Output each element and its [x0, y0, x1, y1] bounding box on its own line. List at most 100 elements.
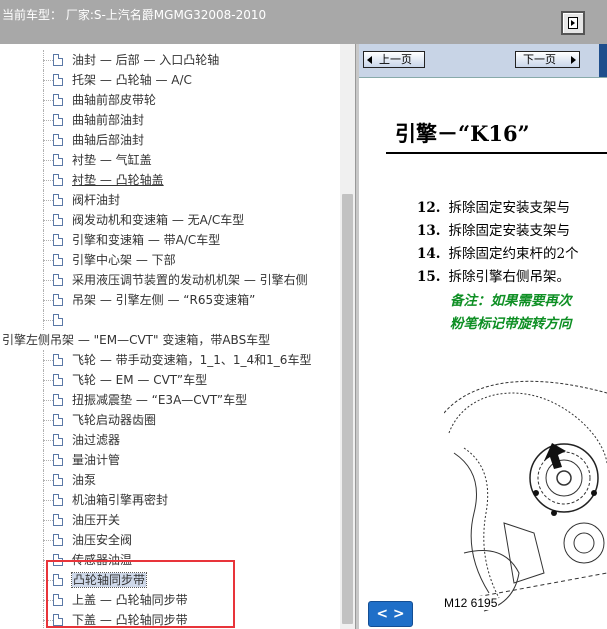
tree-item[interactable]: 油压安全阀	[0, 530, 340, 550]
tree-item[interactable]: 油过滤器	[0, 430, 340, 450]
tree-item[interactable]: 阀杆油封	[0, 190, 340, 210]
page-icon	[53, 94, 63, 106]
step-item: 14. 拆除固定约束杆的2个	[417, 242, 579, 262]
tree-item[interactable]: 引擎左侧吊架 — "EM—CVT" 变速箱，带ABS车型	[0, 330, 340, 350]
tree-item[interactable]: 飞轮 — 带手动变速箱，1_1、1_4和1_6车型	[0, 350, 340, 370]
tree-item-label: 扭振减震垫 — “E3A—CVT”车型	[72, 393, 248, 407]
tree-item-label: 衬垫 — 气缸盖	[72, 153, 152, 167]
tree-guide-branch	[43, 360, 53, 361]
highlight-box	[46, 560, 235, 628]
page-icon	[53, 374, 63, 386]
step-item: 15. 拆除引擎右侧吊架。	[417, 265, 570, 285]
tree-item-label: 飞轮 — 带手动变速箱，1_1、1_4和1_6车型	[72, 353, 312, 367]
tree-guide-branch	[43, 100, 53, 101]
tree-item[interactable]: 机油箱引擎再密封	[0, 490, 340, 510]
tree-item[interactable]: 油泵	[0, 470, 340, 490]
document-pane: 上一页 下一页 引擎－“K16” 12. 拆除固定安装支架与 13. 拆除固定安装支…	[359, 44, 607, 629]
figure-label: M12 6195	[443, 596, 499, 610]
tree-guide-branch	[43, 300, 53, 301]
tree-item-label: 油封 — 后部 — 入口凸轮轴	[72, 53, 220, 67]
page-icon	[53, 414, 63, 426]
export-icon	[568, 17, 578, 29]
tree-guide-branch	[43, 240, 53, 241]
step-number: 14.	[417, 246, 441, 262]
page-icon	[53, 254, 63, 266]
doc-nav-bar: 上一页 下一页	[359, 44, 607, 78]
title-rule	[386, 152, 607, 154]
step-item: 13. 拆除固定安装支架与	[417, 219, 570, 239]
engine-timing-diagram	[444, 380, 607, 612]
next-page-button[interactable]: 下一页	[515, 51, 580, 68]
tree-guide-branch	[43, 500, 53, 501]
tree-item[interactable]: 飞轮启动器齿圈	[0, 410, 340, 430]
tree-guide-branch	[43, 180, 53, 181]
tree-guide-branch	[43, 200, 53, 201]
tree-scrollbar[interactable]	[340, 44, 355, 629]
export-button[interactable]	[561, 11, 585, 35]
tree-item-label: 油压开关	[72, 513, 121, 527]
step-text: 拆除引擎右侧吊架。	[448, 269, 571, 285]
step-number: 13.	[417, 223, 441, 239]
page-icon	[53, 454, 63, 466]
tree-item[interactable]	[0, 310, 340, 330]
tree-guide-branch	[43, 220, 53, 221]
page-icon	[53, 534, 63, 546]
tree-item-label: 阀发动机和变速箱 — 无A/C车型	[72, 213, 245, 227]
page-icon	[53, 154, 63, 166]
page-icon	[53, 134, 63, 146]
tree-item-label: 曲轴后部油封	[72, 133, 145, 147]
tree-item[interactable]: 衬垫 — 气缸盖	[0, 150, 340, 170]
page-icon	[53, 434, 63, 446]
tree-guide-branch	[43, 120, 53, 121]
tree-item-label: 油压安全阀	[72, 533, 133, 547]
tree-item[interactable]: 曲轴前部皮带轮	[0, 90, 340, 110]
tree-item[interactable]: 扭振减震垫 — “E3A—CVT”车型	[0, 390, 340, 410]
tree-scrollbar-thumb[interactable]	[342, 194, 353, 624]
tree-item-label: 油泵	[72, 473, 97, 487]
tree-item[interactable]: 油压开关	[0, 510, 340, 530]
current-model-title: 当前车型： 厂家:S-上汽名爵MGMG32008-2010	[2, 8, 267, 22]
tree-item[interactable]: 曲轴后部油封	[0, 130, 340, 150]
tree-item[interactable]: 引擎中心架 — 下部	[0, 250, 340, 270]
page-icon	[53, 394, 63, 406]
tree-guide-branch	[43, 320, 53, 321]
step-text: 拆除固定约束杆的2个	[448, 246, 579, 262]
tree-item[interactable]: 飞轮 — EM — CVT”车型	[0, 370, 340, 390]
tree-guide-branch	[43, 60, 53, 61]
arrow-right-icon	[571, 56, 576, 64]
tree-item-label: 吊架 — 引擎左侧 — “R65变速箱”	[72, 293, 256, 307]
tree-item-label: 飞轮 — EM — CVT”车型	[72, 373, 208, 387]
step-item: 12. 拆除固定安装支架与	[417, 196, 570, 216]
tree-item[interactable]: 曲轴前部油封	[0, 110, 340, 130]
tree-item-label: 曲轴前部皮带轮	[72, 93, 157, 107]
step-number: 15.	[417, 269, 441, 285]
tree-item[interactable]: 吊架 — 引擎左侧 — “R65变速箱”	[0, 290, 340, 310]
page-icon	[53, 314, 63, 326]
tree-guide-branch	[43, 280, 53, 281]
tree-item-label: 量油计管	[72, 453, 121, 467]
tree-item-label: 飞轮启动器齿圈	[72, 413, 157, 427]
tree-item-label: 引擎左侧吊架 — "EM—CVT" 变速箱，带ABS车型	[2, 333, 271, 347]
page-icon	[53, 354, 63, 366]
page-icon	[53, 114, 63, 126]
note-line: 备注：如果需要再次	[450, 293, 572, 309]
page-icon	[53, 294, 63, 306]
page-icon	[53, 214, 63, 226]
tree-item[interactable]: 采用液压调节装置的发动机机架 — 引擎右侧	[0, 270, 340, 290]
tree-item[interactable]: 引擎和变速箱 — 带A/C车型	[0, 230, 340, 250]
page-icon	[53, 234, 63, 246]
tree-guide-branch	[43, 460, 53, 461]
tree-item-label: 引擎中心架 — 下部	[72, 253, 176, 267]
tree-guide-branch	[43, 520, 53, 521]
tree-item[interactable]: 量油计管	[0, 450, 340, 470]
tree-item-label: 曲轴前部油封	[72, 113, 145, 127]
tree-guide-branch	[43, 420, 53, 421]
tree-item[interactable]: 托架 — 凸轮轴 — A/C	[0, 70, 340, 90]
tree-item[interactable]: 衬垫 — 凸轮轴盖	[0, 170, 340, 190]
tree-guide-branch	[43, 440, 53, 441]
step-text: 拆除固定安装支架与	[448, 200, 571, 216]
tree-item[interactable]: 油封 — 后部 — 入口凸轮轴	[0, 50, 340, 70]
page-nav-arrows-button[interactable]: < >	[368, 601, 413, 627]
tree-item[interactable]: 阀发动机和变速箱 — 无A/C车型	[0, 210, 340, 230]
prev-page-button[interactable]: 上一页	[363, 51, 425, 68]
